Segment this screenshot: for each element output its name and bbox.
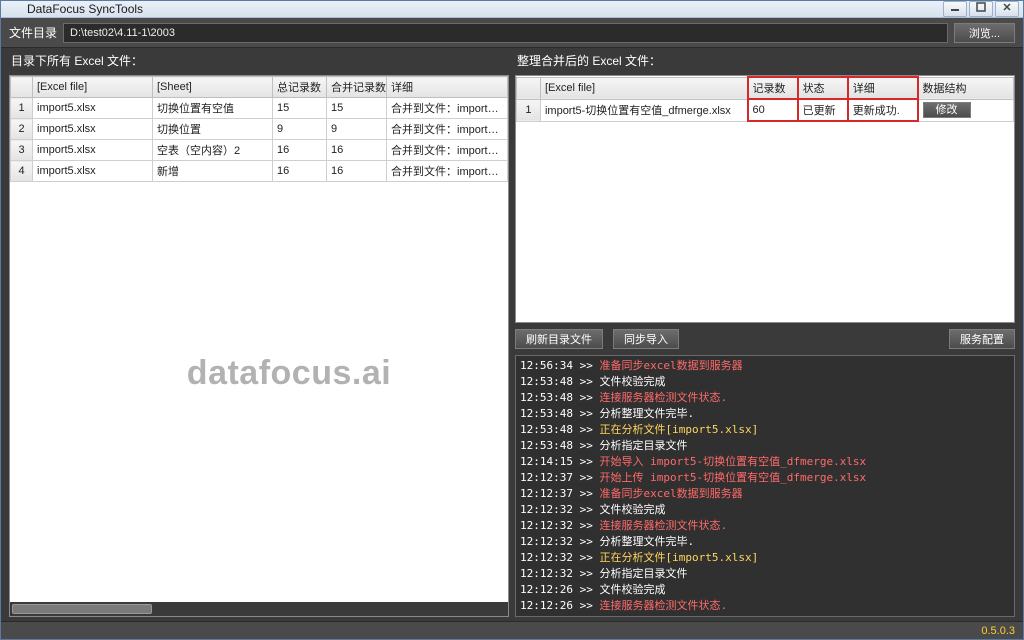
window-buttons	[943, 1, 1019, 17]
action-bar: 刷新目录文件 同步导入 服务配置	[515, 323, 1015, 355]
log-line: 12:53:48 >> 连接服务器检测文件状态.	[520, 390, 1010, 406]
window-title: DataFocus SyncTools	[27, 2, 943, 16]
log-line: 12:12:32 >> 文件校验完成	[520, 502, 1010, 518]
log-panel[interactable]: 12:56:34 >> 准备同步excel数据到服务器12:53:48 >> 文…	[515, 355, 1015, 617]
close-button[interactable]	[995, 1, 1019, 17]
cell-total: 15	[273, 98, 327, 119]
cell-merged: 9	[327, 119, 387, 140]
col-count[interactable]: 记录数	[748, 77, 798, 99]
client-area: 文件目录 浏览... 目录下所有 Excel 文件： [Excel file] …	[1, 18, 1023, 639]
cell-total: 16	[273, 140, 327, 161]
col-excel-file[interactable]: [Excel file]	[540, 77, 747, 99]
cell-sheet: 空表（空内容）2	[153, 140, 273, 161]
minimize-button[interactable]	[943, 1, 967, 17]
cell-detail: 合并到文件：import5-切换位置有空值_dfmerge.xlsx	[387, 98, 508, 119]
row-number: 1	[517, 99, 541, 121]
app-window: DataFocus SyncTools 文件目录 浏览... 目录下所有 Exc…	[0, 0, 1024, 640]
log-line: 12:12:32 >> 分析指定目录文件	[520, 566, 1010, 582]
right-panel: 整理合并后的 Excel 文件： [Excel file] 记录数 状态 详细 …	[515, 48, 1015, 617]
service-config-button[interactable]: 服务配置	[949, 329, 1015, 349]
left-panel: 目录下所有 Excel 文件： [Excel file] [Sheet] 总记录…	[9, 48, 509, 617]
row-number: 1	[11, 98, 33, 119]
cell-status: 已更新	[798, 99, 848, 121]
col-sheet[interactable]: [Sheet]	[153, 77, 273, 98]
watermark-text: datafocus.ai	[187, 354, 391, 393]
source-files-grid[interactable]: [Excel file] [Sheet] 总记录数 合并记录数 详细 1impo…	[9, 75, 509, 617]
watermark-logo-icon	[127, 349, 175, 397]
log-line: 12:12:32 >> 分析整理文件完毕.	[520, 534, 1010, 550]
cell-merged: 16	[327, 140, 387, 161]
cell-total: 9	[273, 119, 327, 140]
table-row[interactable]: 1import5.xlsx切换位置有空值1515合并到文件：import5-切换…	[11, 98, 508, 119]
left-panel-title: 目录下所有 Excel 文件：	[9, 48, 509, 75]
cell-total: 16	[273, 161, 327, 182]
cell-file: import5.xlsx	[33, 119, 153, 140]
col-struct[interactable]: 数据结构	[918, 77, 1014, 99]
main-split: 目录下所有 Excel 文件： [Excel file] [Sheet] 总记录…	[1, 48, 1023, 621]
refresh-button[interactable]: 刷新目录文件	[515, 329, 603, 349]
cell-detail: 合并到文件：import5-切换位置有空值_dfmerge.xlsx	[387, 119, 508, 140]
table-row[interactable]: 4import5.xlsx新增1616合并到文件：import5-切换位置有空值…	[11, 161, 508, 182]
log-line: 12:12:32 >> 连接服务器检测文件状态.	[520, 518, 1010, 534]
cell-detail: 更新成功.	[848, 99, 918, 121]
log-line: 12:12:26 >> 文件校验完成	[520, 582, 1010, 598]
cell-sheet: 切换位置	[153, 119, 273, 140]
log-line: 12:12:37 >> 开始上传 import5-切换位置有空值_dfmerge…	[520, 470, 1010, 486]
cell-file: import5.xlsx	[33, 98, 153, 119]
table-row[interactable]: 1import5-切换位置有空值_dfmerge.xlsx60已更新更新成功. 修…	[517, 99, 1014, 121]
cell-count: 60	[748, 99, 798, 121]
log-line: 12:12:26 >> 连接服务器检测文件状态.	[520, 598, 1010, 614]
path-bar: 文件目录 浏览...	[1, 18, 1023, 48]
log-line: 12:53:48 >> 分析整理文件完毕.	[520, 406, 1010, 422]
path-label: 文件目录	[9, 24, 57, 41]
table-row[interactable]: 2import5.xlsx切换位置99合并到文件：import5-切换位置有空值…	[11, 119, 508, 140]
modify-button[interactable]: 修改	[923, 102, 971, 118]
table-row[interactable]: 3import5.xlsx空表（空内容）21616合并到文件：import5-切…	[11, 140, 508, 161]
cell-merged: 15	[327, 98, 387, 119]
browse-button[interactable]: 浏览...	[954, 23, 1015, 43]
cell-sheet: 新增	[153, 161, 273, 182]
log-line: 12:53:48 >> 分析指定目录文件	[520, 438, 1010, 454]
app-icon	[5, 1, 21, 17]
row-number: 4	[11, 161, 33, 182]
right-panel-title: 整理合并后的 Excel 文件：	[515, 48, 1015, 75]
cell-struct: 修改	[918, 99, 1014, 121]
col-merged[interactable]: 合并记录数	[327, 77, 387, 98]
maximize-button[interactable]	[969, 1, 993, 17]
col-excel-file[interactable]: [Excel file]	[33, 77, 153, 98]
log-line: 12:56:34 >> 准备同步excel数据到服务器	[520, 358, 1010, 374]
cell-file: import5.xlsx	[33, 161, 153, 182]
log-line: 12:53:48 >> 正在分析文件[import5.xlsx]	[520, 422, 1010, 438]
status-bar: 0.5.0.3	[1, 621, 1023, 639]
col-detail[interactable]: 详细	[848, 77, 918, 99]
merged-files-grid[interactable]: [Excel file] 记录数 状态 详细 数据结构 1import5-切换位…	[515, 75, 1015, 323]
watermark: datafocus.ai	[127, 349, 391, 397]
col-detail[interactable]: 详细	[387, 77, 508, 98]
log-line: 12:53:48 >> 文件校验完成	[520, 374, 1010, 390]
cell-detail: 合并到文件：import5-切换位置有空值_dfmerge.xlsx	[387, 161, 508, 182]
cell-file: import5.xlsx	[33, 140, 153, 161]
log-line: 12:12:37 >> 准备同步excel数据到服务器	[520, 486, 1010, 502]
log-line: 12:12:32 >> 正在分析文件[import5.xlsx]	[520, 550, 1010, 566]
path-input[interactable]	[63, 23, 948, 43]
titlebar[interactable]: DataFocus SyncTools	[1, 1, 1023, 18]
cell-merged: 16	[327, 161, 387, 182]
row-number: 3	[11, 140, 33, 161]
rownum-header	[11, 77, 33, 98]
cell-detail: 合并到文件：import5-切换位置有空值_dfmerge.xlsx	[387, 140, 508, 161]
col-total[interactable]: 总记录数	[273, 77, 327, 98]
sync-import-button[interactable]: 同步导入	[613, 329, 679, 349]
col-status[interactable]: 状态	[798, 77, 848, 99]
log-line: 12:14:15 >> 开始导入 import5-切换位置有空值_dfmerge…	[520, 454, 1010, 470]
row-number: 2	[11, 119, 33, 140]
cell-sheet: 切换位置有空值	[153, 98, 273, 119]
h-scrollbar[interactable]	[10, 602, 508, 616]
version-label: 0.5.0.3	[981, 625, 1015, 637]
rownum-header	[517, 77, 541, 99]
cell-file: import5-切换位置有空值_dfmerge.xlsx	[540, 99, 747, 121]
